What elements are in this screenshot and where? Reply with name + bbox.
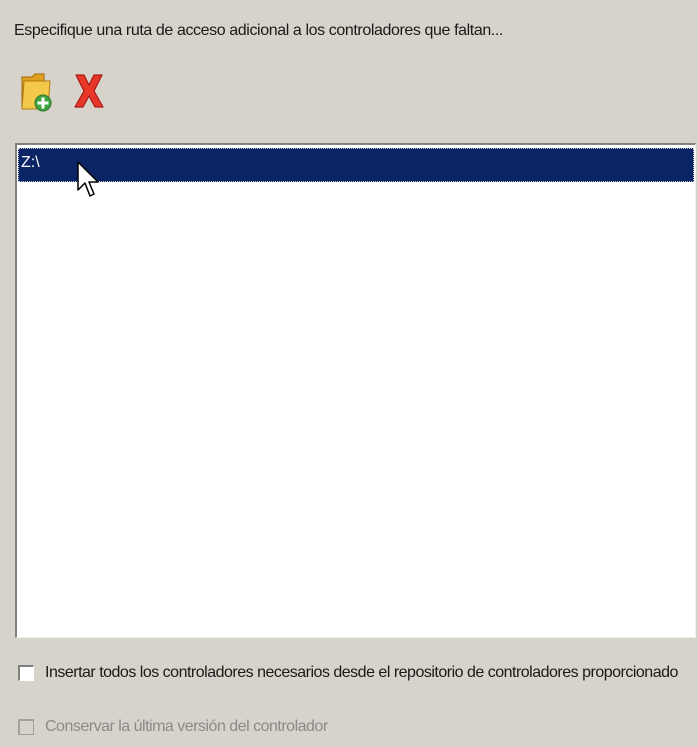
driver-paths-list[interactable]: Z:\	[15, 143, 696, 638]
delete-x-icon	[72, 71, 106, 116]
add-path-button[interactable]	[18, 70, 56, 116]
instruction-text: Especifique una ruta de acceso adicional…	[14, 22, 503, 39]
checkbox-box[interactable]	[18, 665, 34, 681]
keep-latest-version-label: Conservar la última versión del controla…	[45, 718, 328, 735]
driver-path-dialog: Especifique una ruta de acceso adicional…	[0, 0, 698, 747]
folder-add-icon	[20, 69, 54, 118]
toolbar	[18, 66, 108, 120]
remove-path-button[interactable]	[70, 70, 108, 116]
insert-all-drivers-label: Insertar todos los controladores necesar…	[45, 664, 678, 681]
list-item[interactable]: Z:\	[18, 148, 694, 182]
insert-all-drivers-checkbox[interactable]: Insertar todos los controladores necesar…	[18, 664, 678, 682]
checkbox-box	[18, 719, 34, 735]
list-item-label: Z:\	[21, 154, 40, 171]
keep-latest-version-checkbox: Conservar la última versión del controla…	[18, 718, 328, 736]
